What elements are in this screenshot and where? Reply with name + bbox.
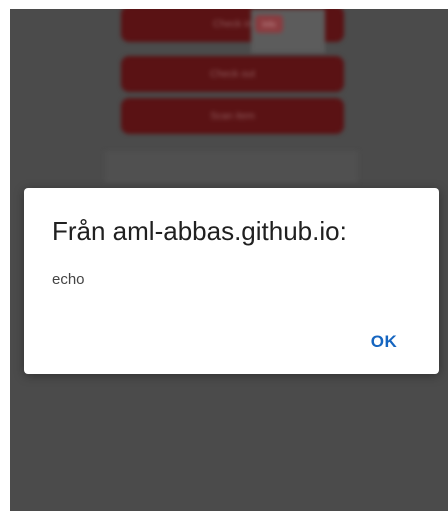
- screen-edge: [0, 0, 10, 511]
- check-out-button: Check out: [121, 56, 344, 92]
- page-popup-panel: Info: [251, 9, 325, 53]
- scan-item-button: Scan item: [121, 98, 344, 134]
- dialog-message: echo: [52, 271, 85, 288]
- popup-tag: Info: [255, 15, 283, 33]
- screen: Check in Check out Scan item Info Från a…: [0, 0, 448, 511]
- dialog-title: Från aml-abbas.github.io:: [52, 216, 347, 246]
- page-input-field: [105, 151, 358, 182]
- ok-button[interactable]: OK: [356, 324, 412, 360]
- alert-dialog: Från aml-abbas.github.io: echo OK: [24, 188, 439, 374]
